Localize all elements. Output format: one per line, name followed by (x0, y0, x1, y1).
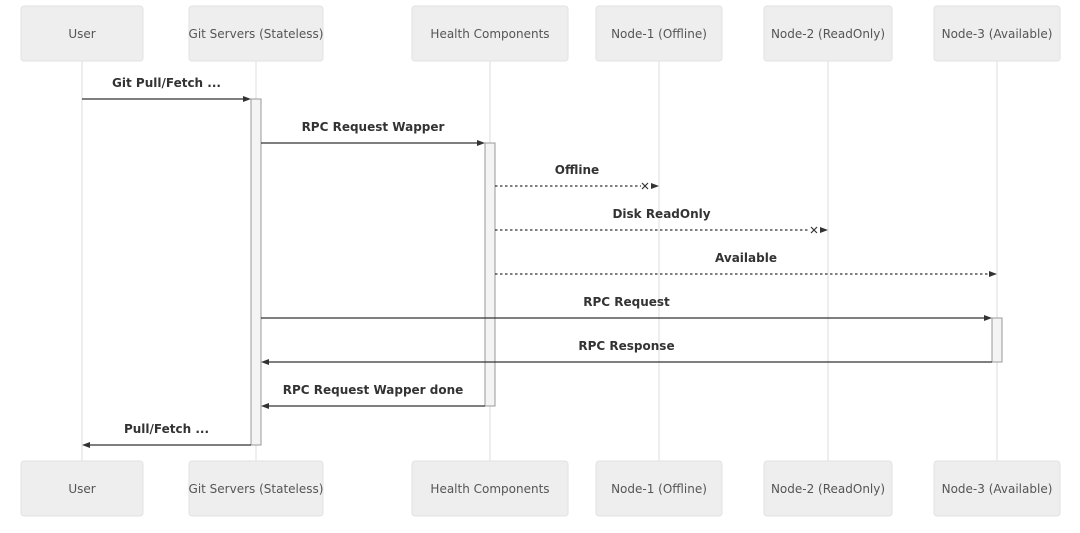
participant-node2-top[interactable]: Node-2 (ReadOnly) (763, 5, 893, 62)
activation-health (484, 142, 496, 407)
arrowhead-icon (261, 359, 269, 365)
message-label: RPC Response (578, 339, 674, 353)
message-2: RPC Request Wapper (261, 120, 485, 146)
arrowhead-icon (989, 271, 997, 277)
participant-label: User (68, 27, 95, 41)
message-label: Disk ReadOnly (612, 207, 710, 221)
participant-label: Git Servers (Stateless) (189, 27, 324, 41)
activation-git (250, 98, 262, 446)
participant-node2-bottom[interactable]: Node-2 (ReadOnly) (763, 460, 893, 517)
arrowhead-icon (82, 442, 90, 448)
message-label: Available (715, 251, 777, 265)
message-5: Available (495, 251, 997, 277)
participant-node1-bottom[interactable]: Node-1 (Offline) (595, 460, 723, 517)
message-label: Git Pull/Fetch ... (112, 76, 221, 90)
participant-node1-top[interactable]: Node-1 (Offline) (595, 5, 723, 62)
message-1: Git Pull/Fetch ... (82, 76, 251, 102)
arrowhead-icon (261, 403, 269, 409)
cross-icon (641, 182, 649, 190)
participant-label: Git Servers (Stateless) (189, 482, 324, 496)
message-label: Pull/Fetch ... (124, 422, 209, 436)
sequence-diagram: User Git Servers (Stateless) Health Compon… (20, 5, 1061, 517)
participant-label: Node-1 (Offline) (611, 482, 707, 496)
message-3: Offline (495, 163, 659, 190)
message-label: RPC Request Wapper done (283, 383, 464, 397)
participant-git-top[interactable]: Git Servers (Stateless) (188, 5, 324, 62)
arrowhead-icon (820, 227, 828, 233)
arrowhead-icon (651, 183, 659, 189)
participant-label: User (68, 482, 95, 496)
participant-health-bottom[interactable]: Health Components (411, 460, 569, 517)
cross-icon (810, 226, 818, 234)
message-label: RPC Request (583, 295, 670, 309)
participant-label: Health Components (430, 482, 549, 496)
participant-node3-top[interactable]: Node-3 (Available) (933, 5, 1061, 62)
participant-label: Node-3 (Available) (942, 27, 1053, 41)
participant-health-top[interactable]: Health Components (411, 5, 569, 62)
activation-node3 (991, 317, 1003, 363)
participant-user-top[interactable]: User (20, 5, 144, 62)
participant-label: Node-2 (ReadOnly) (771, 482, 885, 496)
arrowhead-icon (984, 315, 992, 321)
message-4: Disk ReadOnly (495, 207, 828, 234)
participant-label: Node-2 (ReadOnly) (771, 27, 885, 41)
participant-label: Health Components (430, 27, 549, 41)
arrowhead-icon (477, 140, 485, 146)
participant-label: Node-3 (Available) (942, 482, 1053, 496)
message-6: RPC Request (261, 295, 992, 321)
participant-git-bottom[interactable]: Git Servers (Stateless) (188, 460, 324, 517)
message-label: Offline (555, 163, 599, 177)
arrowhead-icon (243, 96, 251, 102)
message-8: RPC Request Wapper done (261, 383, 485, 409)
participant-user-bottom[interactable]: User (20, 460, 144, 517)
message-label: RPC Request Wapper (302, 120, 445, 134)
message-7: RPC Response (261, 339, 992, 365)
message-9: Pull/Fetch ... (82, 422, 251, 448)
participant-label: Node-1 (Offline) (611, 27, 707, 41)
participant-node3-bottom[interactable]: Node-3 (Available) (933, 460, 1061, 517)
